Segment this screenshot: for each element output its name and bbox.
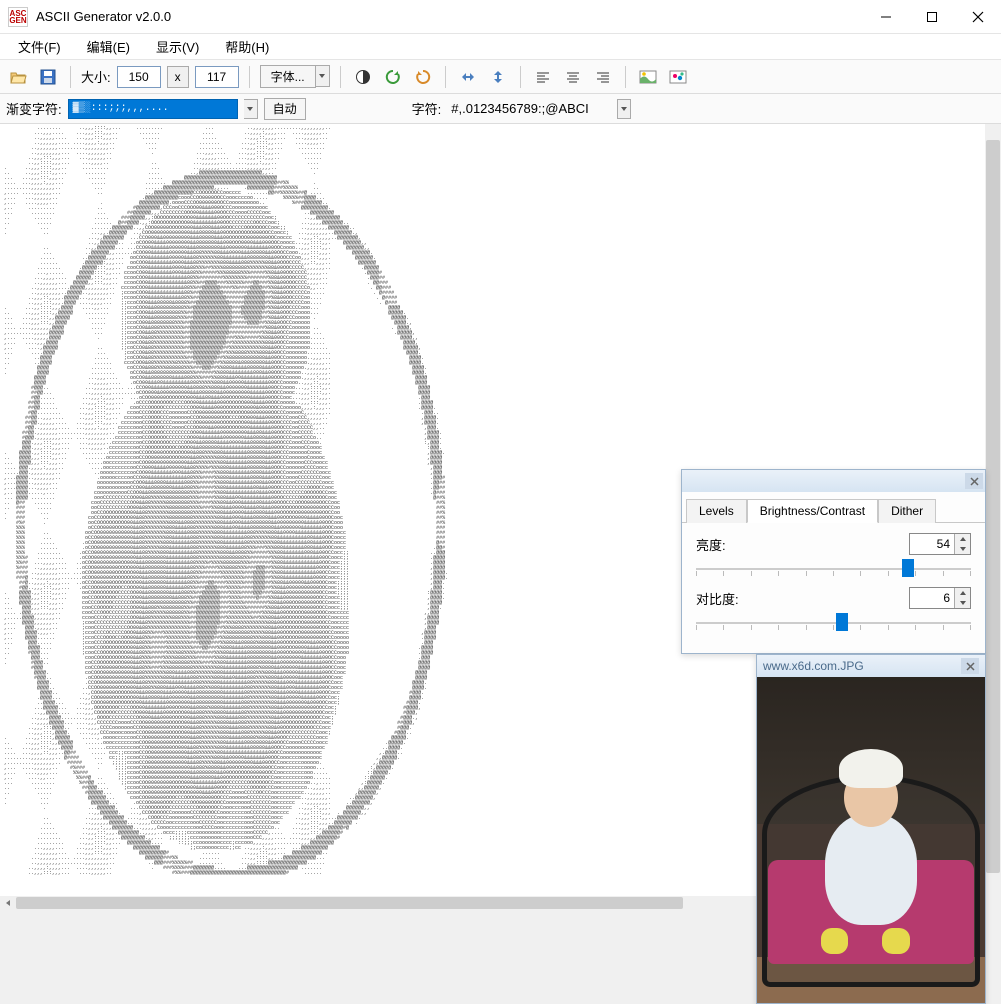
titlebar: ASC GEN ASCII Generator v2.0.0: [0, 0, 1001, 34]
reset-icon[interactable]: [411, 65, 435, 89]
size-lock-button[interactable]: x: [167, 66, 189, 88]
menu-edit[interactable]: 编辑(E): [75, 34, 142, 59]
scroll-left-icon[interactable]: [0, 896, 16, 910]
contrast-up-icon[interactable]: [955, 588, 970, 598]
chars-dropdown-arrow[interactable]: [617, 99, 631, 119]
menu-view[interactable]: 显示(V): [144, 34, 211, 59]
refresh-icon[interactable]: [381, 65, 405, 89]
preview-panel: www.x6d.com.JPG: [756, 654, 986, 1004]
preview-title: www.x6d.com.JPG: [763, 659, 961, 673]
brightness-down-icon[interactable]: [955, 544, 970, 554]
brightness-spinner[interactable]: [909, 533, 971, 555]
brightness-slider[interactable]: [696, 559, 971, 581]
tab-levels[interactable]: Levels: [686, 499, 747, 523]
app-icon: ASC GEN: [8, 7, 28, 27]
chars-value: #,.0123456789:;@ABCI: [451, 99, 611, 118]
contrast-label: 对比度:: [696, 589, 909, 608]
minimize-button[interactable]: [863, 0, 909, 34]
tab-brightness-contrast[interactable]: Brightness/Contrast: [747, 499, 878, 523]
tab-dither[interactable]: Dither: [878, 499, 936, 523]
vertical-scrollbar[interactable]: [985, 124, 1001, 896]
close-button[interactable]: [955, 0, 1001, 34]
brightness-thumb[interactable]: [902, 559, 914, 577]
flip-vertical-icon[interactable]: [486, 65, 510, 89]
auto-button[interactable]: 自动: [264, 98, 306, 120]
save-icon[interactable]: [36, 65, 60, 89]
ramp-combo[interactable]: ▓▒░:::;;;,,,....: [68, 99, 238, 119]
align-right-icon[interactable]: [591, 65, 615, 89]
size-width-input[interactable]: [117, 66, 161, 88]
font-dropdown-arrow[interactable]: [316, 65, 330, 87]
window-title: ASCII Generator v2.0.0: [36, 9, 863, 24]
contrast-input[interactable]: [910, 588, 954, 608]
menubar: 文件(F) 编辑(E) 显示(V) 帮助(H): [0, 34, 1001, 60]
align-left-icon[interactable]: [531, 65, 555, 89]
font-button[interactable]: 字体...: [260, 65, 316, 88]
contrast-spinner[interactable]: [909, 587, 971, 609]
ramp-label: 渐变字符:: [6, 99, 62, 118]
align-center-icon[interactable]: [561, 65, 585, 89]
preview-close-button[interactable]: [961, 658, 979, 674]
brightness-contrast-panel: Levels Brightness/Contrast Dither 亮度:: [681, 469, 986, 654]
chars-label: 字符:: [412, 99, 442, 118]
image-icon[interactable]: [666, 65, 690, 89]
brightness-up-icon[interactable]: [955, 534, 970, 544]
preview-icon[interactable]: [636, 65, 660, 89]
brightness-label: 亮度:: [696, 535, 909, 554]
panel-tabs: Levels Brightness/Contrast Dither: [682, 492, 985, 523]
contrast-icon[interactable]: [351, 65, 375, 89]
panel-close-button[interactable]: [965, 473, 983, 489]
contrast-down-icon[interactable]: [955, 598, 970, 608]
size-height-input[interactable]: [195, 66, 239, 88]
preview-image: [757, 677, 985, 1003]
size-label: 大小:: [81, 67, 111, 86]
contrast-slider[interactable]: [696, 613, 971, 635]
brightness-input[interactable]: [910, 534, 954, 554]
contrast-thumb[interactable]: [836, 613, 848, 631]
menu-help[interactable]: 帮助(H): [213, 34, 281, 59]
maximize-button[interactable]: [909, 0, 955, 34]
ramp-dropdown-arrow[interactable]: [244, 99, 258, 119]
menu-file[interactable]: 文件(F): [6, 34, 73, 59]
ramp-value: ▓▒░:::;;;,,,....: [73, 103, 169, 114]
open-icon[interactable]: [6, 65, 30, 89]
toolbar-main: 大小: x 字体...: [0, 60, 1001, 94]
flip-horizontal-icon[interactable]: [456, 65, 480, 89]
toolbar-ramp: 渐变字符: ▓▒░:::;;;,,,.... 自动 字符: #,.0123456…: [0, 94, 1001, 124]
